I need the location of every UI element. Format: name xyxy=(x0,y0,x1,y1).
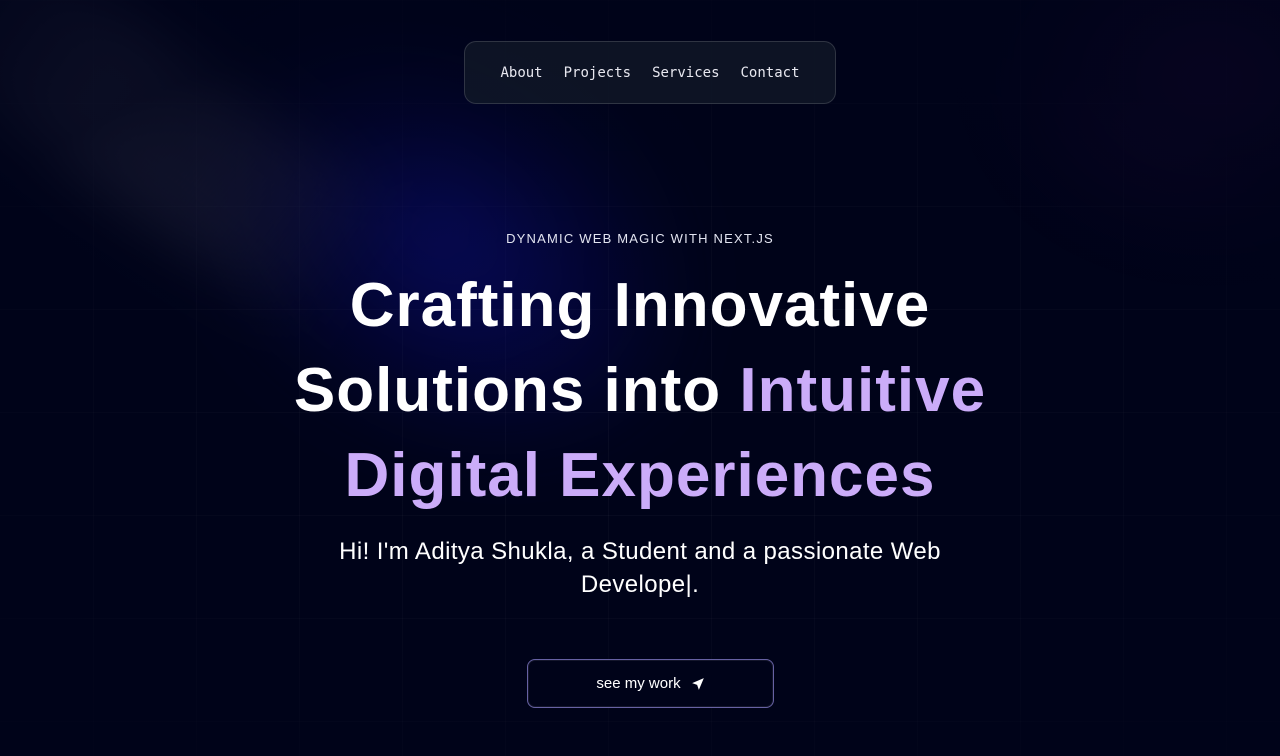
send-icon xyxy=(691,677,705,691)
see-my-work-button[interactable]: see my work xyxy=(527,659,774,708)
see-my-work-label: see my work xyxy=(596,675,681,692)
hero-subtitle: Hi! I'm Aditya Shukla, a Student and a p… xyxy=(300,535,980,601)
floating-navbar: About Projects Services Contact xyxy=(464,41,836,104)
headline-line-2-plain: Solutions into xyxy=(293,356,722,425)
headline-line-1: Crafting Innovative xyxy=(349,271,931,340)
nav-link-contact[interactable]: Contact xyxy=(741,65,800,81)
subtitle-line-2: Develope|. xyxy=(580,571,700,598)
nav-link-about[interactable]: About xyxy=(500,65,542,81)
hero-eyebrow: DYNAMIC WEB MAGIC WITH NEXT.JS xyxy=(506,231,774,246)
headline-line-2-accent: Intuitive xyxy=(739,356,987,425)
page: About Projects Services Contact DYNAMIC … xyxy=(0,0,1280,756)
nav-link-projects[interactable]: Projects xyxy=(564,65,631,81)
headline-line-3-accent: Digital Experiences xyxy=(344,441,936,510)
hero-headline: Crafting Innovative Solutions into Intui… xyxy=(240,263,1040,518)
subtitle-line-1: Hi! I'm Aditya Shukla, a Student and a p… xyxy=(339,538,941,565)
nav-link-services[interactable]: Services xyxy=(652,65,719,81)
